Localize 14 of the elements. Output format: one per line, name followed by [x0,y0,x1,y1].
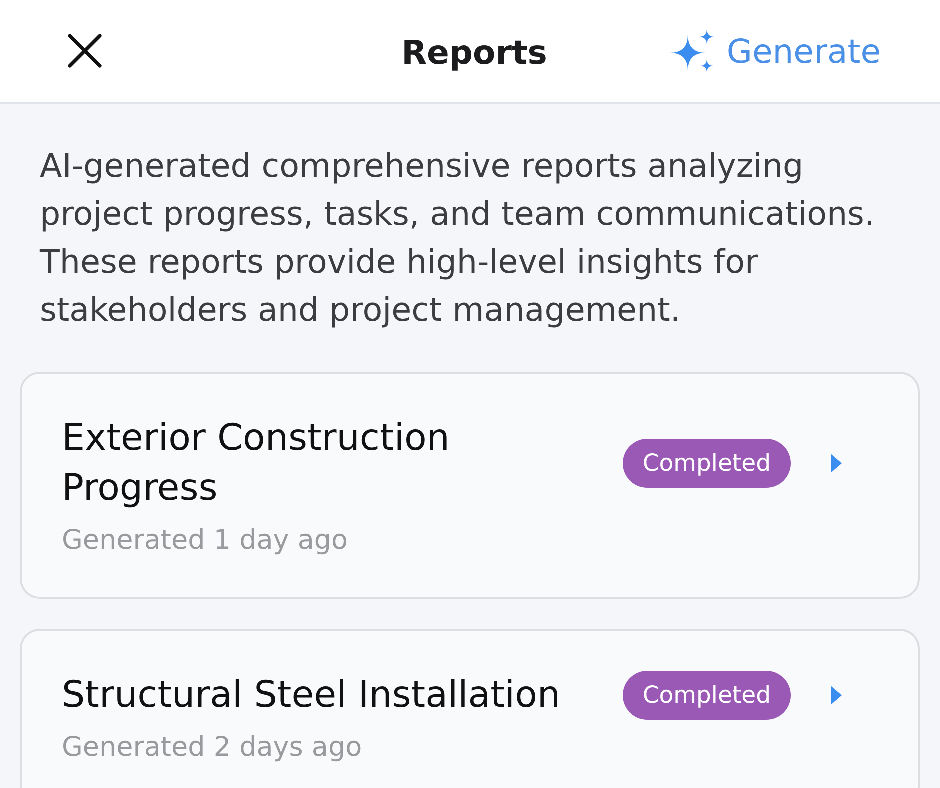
caret-right-icon [831,454,842,472]
report-title: Exterior Construction Progress [62,415,451,511]
status-badge: Completed [622,670,791,720]
status-badge: Completed [622,438,791,488]
report-card[interactable]: Structural Steel Installation Completed Generated 2 days ago [20,629,920,788]
close-button[interactable] [68,34,102,68]
report-card[interactable]: Exterior Construction Progress Completed Generated 1 day ago [20,372,920,599]
caret-right-icon [831,686,842,704]
close-icon [68,34,102,68]
generated-time: Generated 2 days ago [62,731,364,765]
generated-time: Generated 1 day ago [62,524,350,558]
description-text: AI-generated comprehensive reports analyzing project progress, tasks, and team communications. These reports provide high-level insights for stakeholders and project management. [38,146,876,331]
report-title: Structural Steel Installation [62,672,562,718]
page-title: Reports [402,32,548,72]
